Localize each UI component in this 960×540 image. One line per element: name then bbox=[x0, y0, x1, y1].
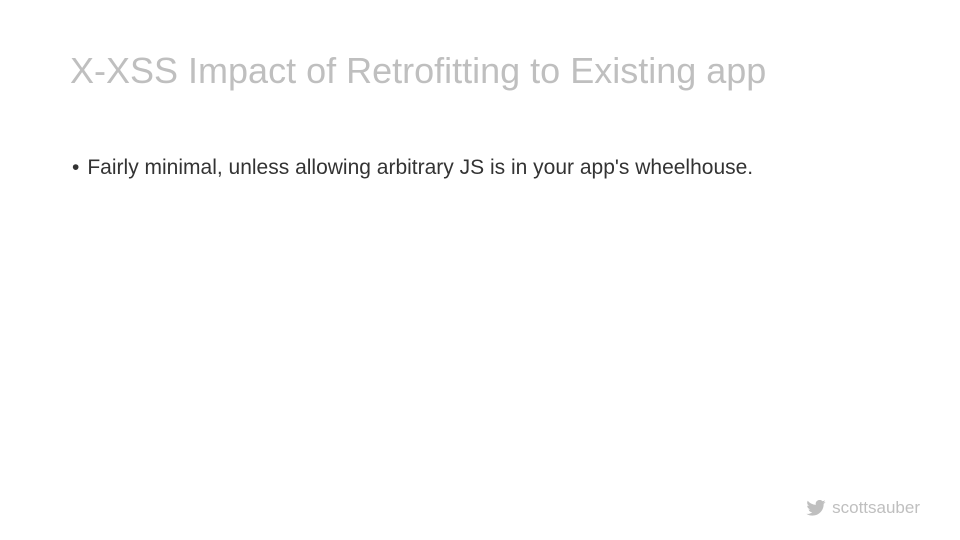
footer: scottsauber bbox=[806, 498, 920, 518]
slide-content: • Fairly minimal, unless allowing arbitr… bbox=[72, 154, 888, 181]
bullet-item: • Fairly minimal, unless allowing arbitr… bbox=[72, 154, 888, 181]
bullet-marker: • bbox=[72, 154, 79, 181]
bullet-text: Fairly minimal, unless allowing arbitrar… bbox=[87, 154, 888, 181]
slide-title: X-XSS Impact of Retrofitting to Existing… bbox=[70, 50, 766, 92]
twitter-icon bbox=[806, 500, 826, 516]
twitter-handle: scottsauber bbox=[832, 498, 920, 518]
